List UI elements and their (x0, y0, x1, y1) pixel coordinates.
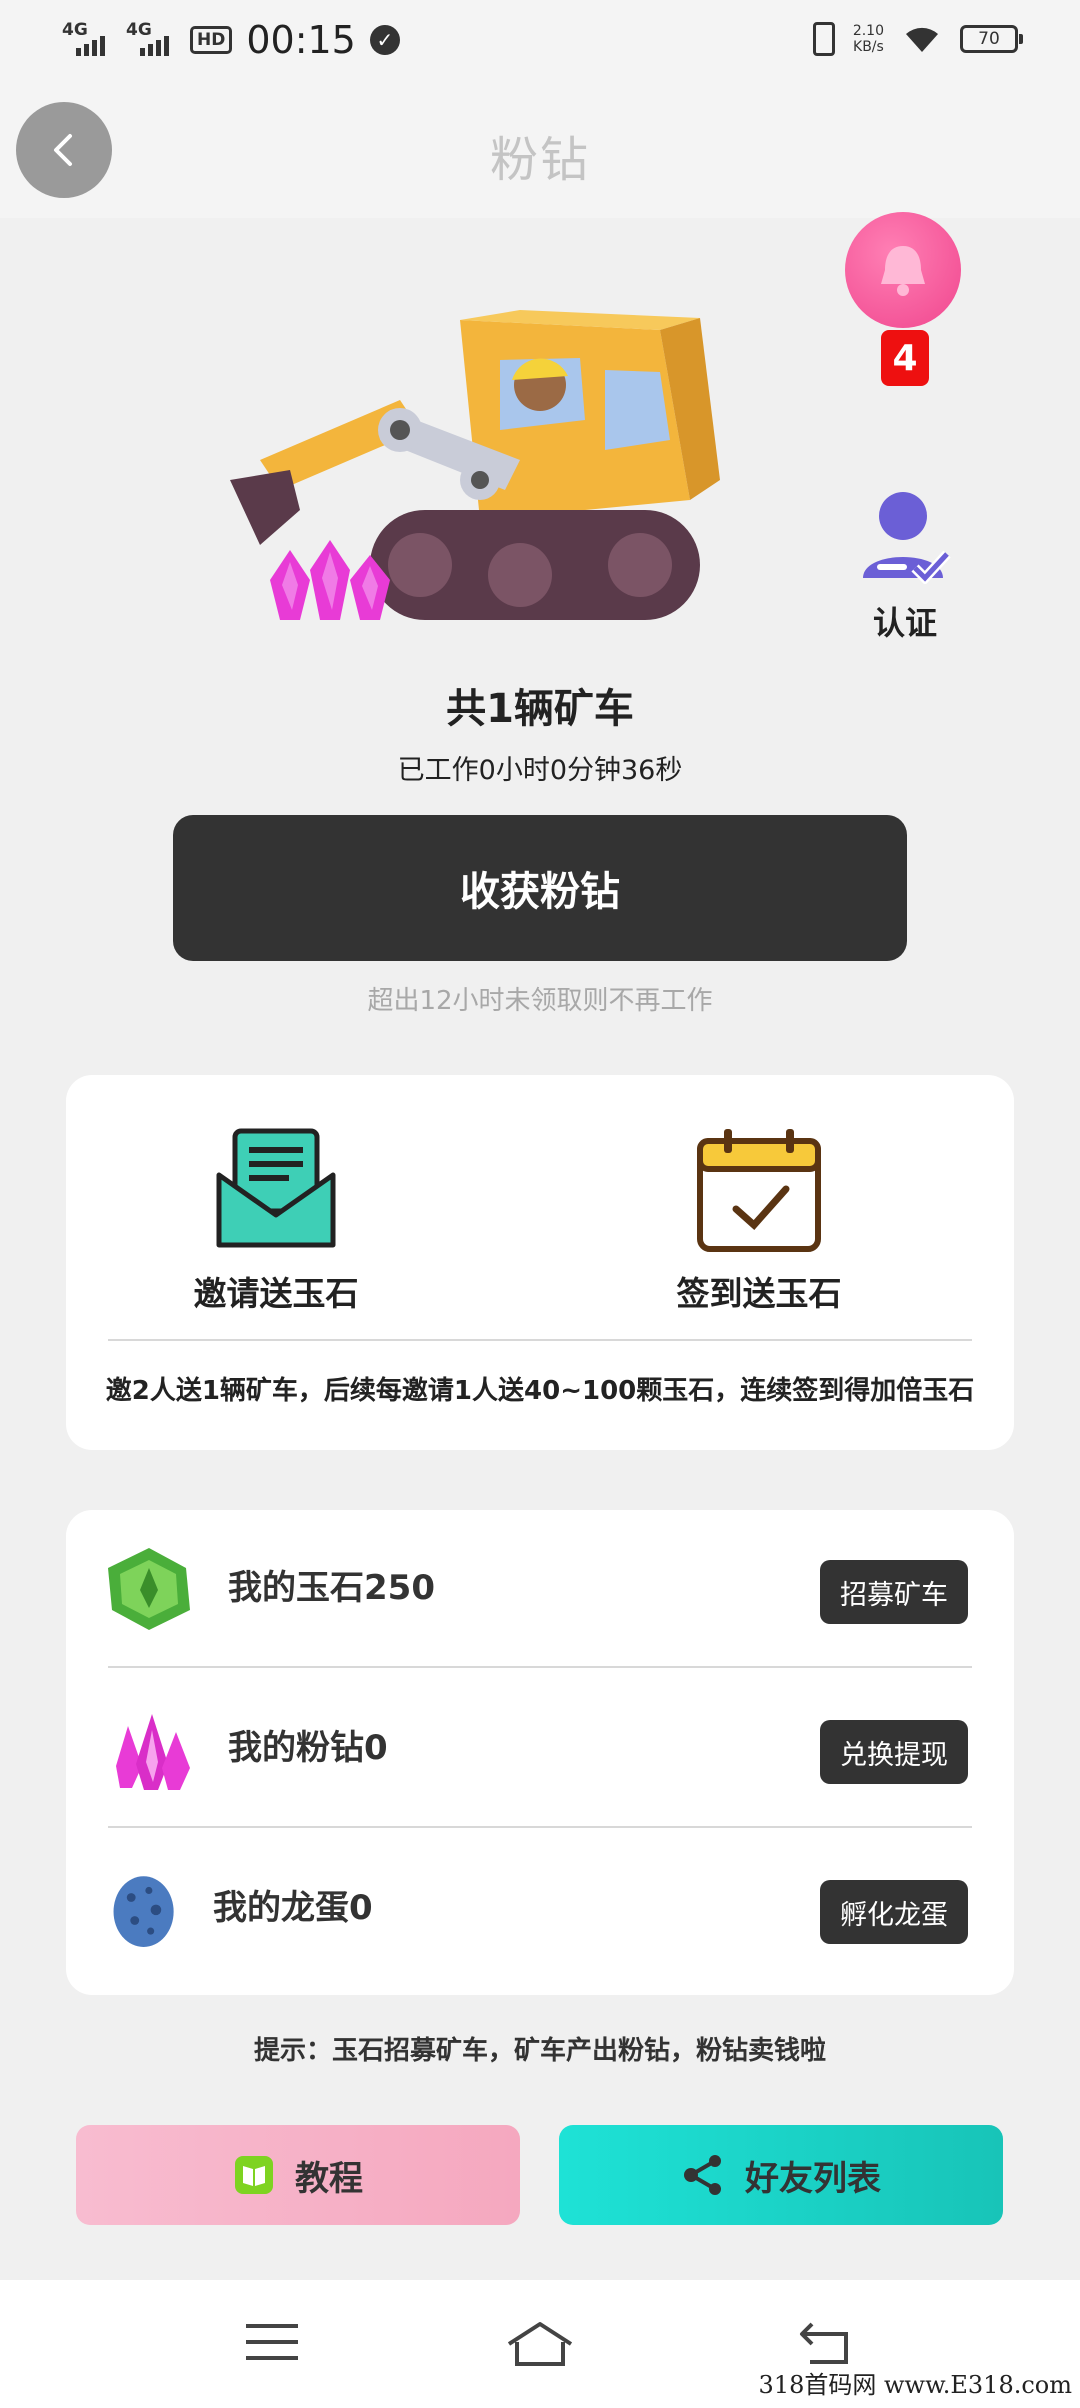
hd-icon: HD (190, 26, 233, 54)
friends-list-label: 好友列表 (745, 2158, 881, 2199)
system-nav-bar: 318首码网 www.E318.com (0, 2280, 1080, 2408)
clock: 00:15 (246, 18, 356, 62)
pink-diamond-icon (116, 1714, 190, 1790)
user-verify-icon (863, 492, 951, 586)
rewards-description: 邀2人送1辆矿车，后续每邀请1人送40~100颗玉石，连续签到得加倍玉石 (105, 1376, 975, 1406)
watermark: 318首码网 www.E318.com (758, 2371, 1072, 2399)
friends-list-button[interactable]: 好友列表 (559, 2125, 1003, 2225)
checkin-reward-label: 签到送玉石 (676, 1274, 842, 1313)
asset-row-jade: 我的玉石250 招募矿车 (66, 1510, 1014, 1670)
work-time: 已工作0小时0分钟36秒 (397, 755, 683, 786)
calendar-check-icon (697, 1129, 821, 1252)
excavator-illustration (230, 310, 720, 620)
harvest-button[interactable]: 收获粉钻 (173, 815, 907, 961)
checkin-reward-button[interactable]: 签到送玉石 (639, 1125, 879, 1315)
mine-car-count: 共1辆矿车 (446, 686, 634, 732)
assets-card: 我的玉石250 招募矿车 我的粉钻0 兑换提现 我的龙蛋0 孵化龙蛋 (66, 1510, 1014, 1995)
menu-icon[interactable] (246, 2320, 298, 2364)
home-icon[interactable] (505, 2320, 575, 2368)
invite-reward-button[interactable]: 邀请送玉石 (156, 1125, 396, 1315)
header: 粉钻 (0, 82, 1080, 218)
vibrate-icon (812, 22, 835, 56)
status-bar: 4G 4G HD 00:15 ✓ 2.10 KB/s 70 (0, 0, 1080, 82)
page-title: 粉钻 (489, 132, 590, 188)
asset-label: 我的龙蛋0 (213, 1888, 373, 1928)
certify-label: 认证 (872, 604, 937, 642)
wifi-icon (902, 24, 942, 54)
asset-row-pink-diamond: 我的粉钻0 兑换提现 (66, 1670, 1014, 1830)
status-left: 4G 4G HD 00:15 ✓ (62, 18, 400, 62)
bell-icon (845, 212, 961, 328)
divider (108, 1826, 972, 1828)
notification-count-badge: 4 (881, 330, 929, 386)
signal-4g-icon: 4G (62, 20, 112, 60)
divider (108, 1339, 972, 1341)
tutorial-button[interactable]: 教程 (76, 2125, 520, 2225)
book-icon (235, 2156, 273, 2194)
divider (108, 1666, 972, 1668)
certify-button[interactable]: 认证 (850, 488, 960, 644)
back-nav-icon[interactable] (798, 2320, 850, 2366)
notification-bell-button[interactable]: 4 (845, 212, 965, 386)
rewards-card: 邀请送玉石 签到送玉石 邀2人送1辆矿车，后续每邀请1人送40~100颗玉石，连… (66, 1075, 1014, 1450)
dragon-egg-icon (113, 1876, 174, 1947)
envelope-icon (216, 1128, 336, 1248)
asset-label: 我的粉钻0 (228, 1728, 388, 1768)
harvest-note: 超出12小时未领取则不再工作 (367, 986, 713, 1016)
tutorial-label: 教程 (295, 2158, 363, 2199)
asset-label: 我的玉石250 (228, 1568, 435, 1608)
hatch-egg-button[interactable]: 孵化龙蛋 (820, 1880, 968, 1944)
signal-4g-icon-2: 4G (126, 20, 176, 60)
check-circle-icon: ✓ (369, 25, 400, 55)
tip-text: 提示：玉石招募矿车，矿车产出粉钻，粉钻卖钱啦 (253, 2036, 826, 2066)
asset-row-dragon-egg: 我的龙蛋0 孵化龙蛋 (66, 1830, 1014, 1990)
share-nodes-icon (684, 2155, 721, 2195)
exchange-withdraw-button[interactable]: 兑换提现 (820, 1720, 968, 1784)
jade-icon (108, 1548, 190, 1630)
network-speed: 2.10 KB/s (852, 23, 884, 55)
recruit-car-button[interactable]: 招募矿车 (820, 1560, 968, 1624)
invite-reward-label: 邀请送玉石 (193, 1274, 359, 1313)
status-right: 2.10 KB/s 70 (812, 22, 1023, 56)
battery-icon: 70 (960, 25, 1023, 53)
